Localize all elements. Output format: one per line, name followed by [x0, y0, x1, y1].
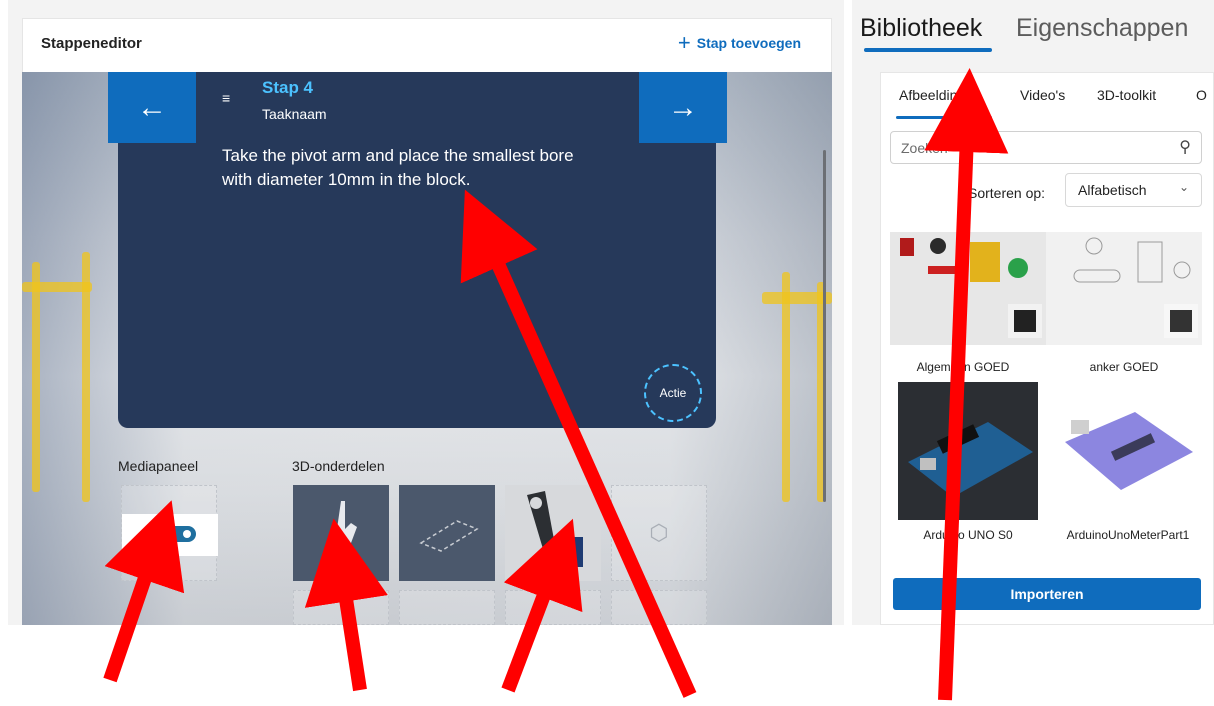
plus-icon: + [677, 30, 691, 55]
image-thumbnail [900, 238, 1042, 338]
editor-header: Stappeneditor + Stap toevoegen [22, 18, 832, 72]
editor-title: Stappeneditor [41, 35, 142, 52]
step-instruction-text[interactable]: Take the pivot arm and place the smalles… [222, 144, 602, 192]
sort-label: Sorteren op: [968, 185, 1046, 201]
part-slot-empty[interactable] [399, 590, 495, 625]
bottom-margin [0, 625, 1214, 706]
parts-panel-label: 3D-onderdelen [292, 458, 385, 474]
library-item-algemeen[interactable] [890, 232, 1046, 345]
previous-step-button[interactable]: ← [108, 72, 196, 143]
cube-icon: ⬡ [649, 520, 669, 545]
part-slot-empty[interactable] [505, 590, 601, 625]
editor-scrollbar[interactable] [823, 150, 826, 502]
media-thumbnail [122, 514, 218, 556]
media-panel-label: Mediapaneel [118, 458, 199, 474]
arduino-board-icon [1065, 412, 1193, 490]
search-input[interactable]: Zoeken ⚲ [890, 131, 1202, 164]
arduino-board-icon [908, 422, 1033, 497]
part-slot-pivot-arm[interactable] [505, 485, 601, 581]
media-slot[interactable] [121, 485, 218, 581]
part-slot-empty[interactable] [293, 590, 389, 625]
import-button[interactable]: Importeren [893, 578, 1201, 610]
image-thumbnail [1073, 237, 1198, 338]
search-icon[interactable]: ⚲ [1179, 137, 1191, 157]
part-slot-empty[interactable] [611, 590, 707, 625]
library-item-arduino-uno[interactable] [898, 382, 1038, 520]
scene-rail [782, 272, 790, 502]
library-item-label: Arduino UNO S0 [923, 528, 1013, 542]
subtab-other[interactable]: O [1196, 87, 1207, 103]
subtab-videos[interactable]: Video's [1020, 87, 1065, 103]
sort-value: Alfabetisch [1078, 182, 1147, 198]
arrow-right-icon: → [668, 90, 698, 124]
pivot-arm-icon [150, 526, 196, 542]
library-item-label: Algemeen GOED [916, 360, 1010, 374]
scene-rail [32, 262, 40, 492]
step-card: ← → ≡ Stap 4 Taaknaam Take the pivot arm… [108, 72, 727, 428]
next-step-button[interactable]: → [639, 72, 727, 143]
hand-icon [333, 501, 357, 569]
plane-icon [419, 520, 479, 552]
part-slot-plane[interactable] [399, 485, 495, 581]
scene-rail [82, 252, 90, 502]
tab-properties[interactable]: Eigenschappen [1016, 14, 1188, 43]
action-button[interactable]: Actie [644, 364, 702, 422]
arrow-left-icon: ← [137, 90, 167, 124]
tab-underline [864, 48, 992, 52]
sort-dropdown[interactable]: Alfabetisch ⌄ [1065, 173, 1202, 207]
add-step-label: Stap toevoegen [696, 35, 801, 51]
subtab-3d-toolkit[interactable]: 3D-toolkit [1097, 87, 1156, 103]
add-step-button[interactable]: + Stap toevoegen [677, 30, 801, 55]
chevron-down-icon: ⌄ [1178, 180, 1189, 194]
search-placeholder: Zoeken [901, 140, 948, 156]
list-icon: ≡ [222, 90, 231, 106]
subtab-images[interactable]: Afbeeldingen [899, 87, 981, 103]
part-slot-hand[interactable] [293, 485, 389, 581]
subtab-underline [896, 116, 992, 119]
library-item-anker[interactable] [1046, 232, 1202, 345]
library-item-label: ArduinoUnoMeterPart1 [1066, 528, 1190, 542]
library-item-label: anker GOED [1089, 360, 1159, 374]
pivot-block-icon [527, 491, 583, 567]
step-title: Stap 4 [262, 78, 314, 97]
tab-library[interactable]: Bibliotheek [860, 14, 982, 43]
part-slot-empty[interactable]: ⬡ [611, 485, 707, 581]
task-name[interactable]: Taaknaam [262, 106, 327, 122]
library-item-arduino-meter[interactable] [1055, 382, 1195, 520]
